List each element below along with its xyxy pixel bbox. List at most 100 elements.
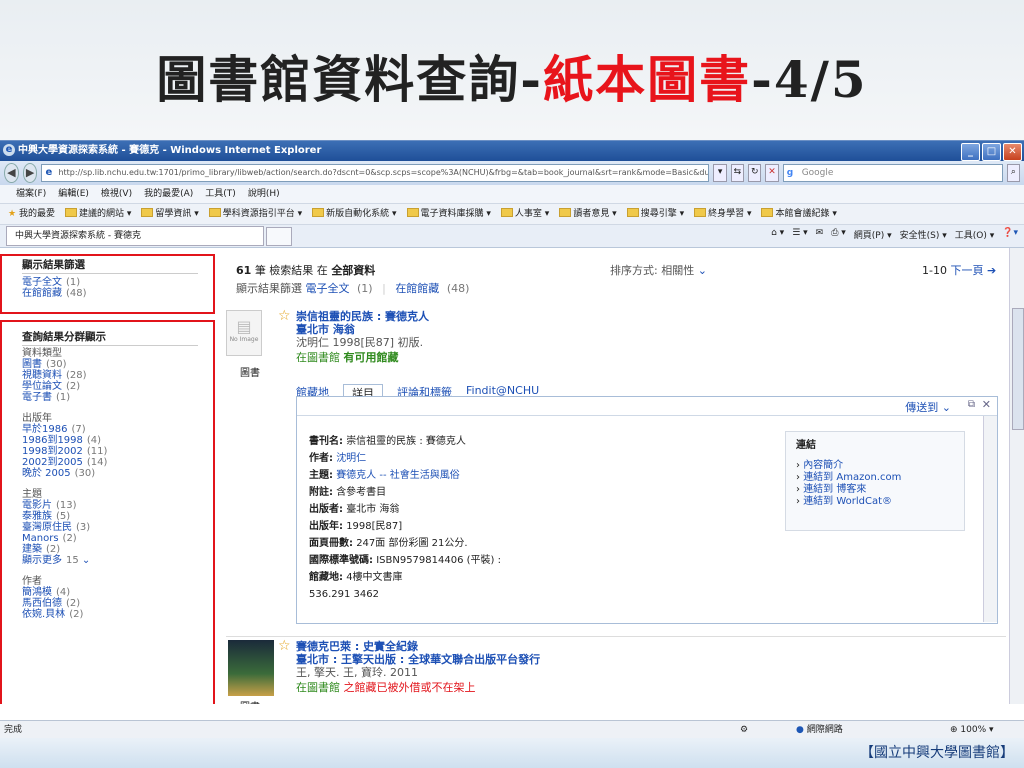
close-button[interactable]: ✕ [1003,143,1022,161]
filter-holding-link[interactable]: 在館館藏 [22,288,62,299]
filter-fulltext-chip[interactable]: 電子全文 [306,282,350,295]
folder-icon [208,208,221,217]
menu-bar: 檔案(F) 編輯(E) 檢視(V) 我的最愛(A) 工具(T) 說明(H) [0,185,1024,204]
fav-item[interactable]: 終身學習 ▾ [694,204,751,224]
fav-item[interactable]: 新版自動化系統 ▾ [312,204,397,224]
facet-link[interactable]: 泰雅族 [22,511,52,522]
search-input[interactable]: Google [782,164,1003,182]
next-page-link[interactable]: 下一頁 [950,264,983,277]
stop-icon[interactable]: ✕ [765,164,779,182]
refresh-icon[interactable]: ↻ [748,164,762,182]
forward-button[interactable]: ▶ [22,163,38,183]
address-bar: ◀ ▶ http://sp.lib.nchu.edu.tw:1701/primo… [0,161,1024,185]
filter-heading: 顯示結果篩選 [22,259,85,271]
zoom-control[interactable]: ⊕ 100% ▾ [950,721,994,739]
status-bar: 完成 ⚙ ● 網際網路 ⊕ 100% ▾ [0,720,1024,739]
browser-tab[interactable]: 中興大學資源探索系統 - 賽德克 [6,226,264,246]
scrollbar-thumb[interactable] [1012,308,1024,430]
help-icon[interactable]: ❓▾ [1002,228,1018,241]
search-icon[interactable]: ⌕ [1006,164,1020,182]
result-title-link[interactable]: 崇信祖靈的民族 : 賽德克人 [296,310,429,323]
url-dropdown-icon[interactable]: ▾ [713,164,727,182]
author-link[interactable]: 沈明仁 [336,453,366,464]
menu-view[interactable]: 檢視(V) [101,185,132,203]
cover-image[interactable] [228,640,274,696]
facet-link[interactable]: 1986到1998 [22,435,83,446]
sort-control[interactable]: 排序方式: 相關性 ⌄ [610,262,707,278]
arrow-right-icon[interactable]: ➔ [987,264,996,277]
favorites-button[interactable]: ★ 我的最愛 [8,204,55,224]
facet-link[interactable]: 早於1986 [22,424,67,435]
home-icon[interactable]: ⌂ ▾ [771,228,784,241]
facet-link[interactable]: 視聽資料 [22,370,62,381]
books-link[interactable]: 連結到 博客來 [803,484,866,495]
facet-link[interactable]: 2002到2005 [22,457,83,468]
page-scrollbar[interactable] [1009,248,1024,704]
result-item-thumbnail[interactable]: ▤ No Image 圖書 [226,310,262,379]
url-input[interactable]: http://sp.lib.nchu.edu.tw:1701/primo_lib… [41,164,710,182]
back-button[interactable]: ◀ [4,163,19,183]
facet-link[interactable]: 依婉.貝林 [22,609,65,620]
facet-link[interactable]: 學位論文 [22,381,62,392]
page-menu[interactable]: 網頁(P) ▾ [854,228,892,241]
chevron-down-icon[interactable]: ⌄ [82,555,90,566]
amazon-link[interactable]: 連結到 Amazon.com [803,472,901,483]
send-to-menu[interactable]: 傳送到 ⌄ [905,399,951,415]
menu-favorites[interactable]: 我的最愛(A) [144,185,193,203]
fav-item[interactable]: 學科資源指引平台 ▾ [208,204,302,224]
facet-link[interactable]: 電子書 [22,392,52,403]
facet-link[interactable]: 晚於 2005 [22,468,71,479]
facet-link[interactable]: 馬西伯德 [22,598,62,609]
safety-menu[interactable]: 安全性(S) ▾ [900,228,947,241]
detail-scrollbar[interactable] [983,416,997,622]
show-more-link[interactable]: 顯示更多 [22,555,62,566]
globe-icon: ● [796,725,804,735]
facet-link[interactable]: Manors [22,533,59,544]
result-item: 崇信祖靈的民族 : 賽德克人 臺北市 海翁 沈明仁 1998[民87] 初版. … [296,310,430,364]
print-icon[interactable]: ⎙ ▾ [831,228,846,241]
worldcat-link[interactable]: 連結到 WorldCat® [803,496,892,507]
star-icon[interactable]: ☆ [278,308,291,324]
tools-menu[interactable]: 工具(O) ▾ [955,228,995,241]
slide-title: 圖書館資料查詢-紙本圖書-4/5 [156,50,868,109]
fav-item[interactable]: 人事室 ▾ [500,204,549,224]
compat-icon[interactable]: ⇆ [730,164,745,182]
fav-item[interactable]: 本館會議紀錄 ▾ [761,204,837,224]
facet-link[interactable]: 圖書 [22,359,42,370]
fav-item[interactable]: 電子資料庫採購 ▾ [406,204,491,224]
minimize-button[interactable]: _ [961,143,980,161]
result-title-link[interactable]: 賽德克巴萊 : 史實全紀錄 [296,640,418,653]
fav-item[interactable]: 讀者意見 ▾ [559,204,617,224]
feeds-icon[interactable]: ☰ ▾ [792,228,807,241]
no-image-thumbnail: ▤ No Image [226,310,262,356]
popout-icon[interactable]: ⧉ [968,399,975,410]
menu-edit[interactable]: 編輯(E) [58,185,89,203]
folder-icon [761,208,774,217]
facet-link[interactable]: 電影片 [22,500,52,511]
menu-tools[interactable]: 工具(T) [205,185,236,203]
zone-indicator: ● 網際網路 [796,725,843,735]
window-title: 中興大學資源探索系統 - 賽德克 - Windows Internet Expl… [18,145,322,156]
availability-status: 之館藏已被外借或不在架上 [343,681,476,694]
filter-fulltext-link[interactable]: 電子全文 [22,277,62,288]
fav-item[interactable]: 建議的網站 ▾ [64,204,131,224]
facet-link[interactable]: 臺灣原住民 [22,522,72,533]
new-tab-button[interactable] [266,226,292,246]
summary-link[interactable]: 內容簡介 [803,460,843,471]
fav-item[interactable]: 搜尋引擎 ▾ [626,204,684,224]
subject-link[interactable]: 賽德克人 -- 社會生活與風俗 [336,470,460,481]
facet-link[interactable]: 建築 [22,544,42,555]
fav-item[interactable]: 留學資訊 ▾ [141,204,199,224]
active-filters: 顯示結果篩選 電子全文 (1) | 在館館藏 (48) [236,282,470,295]
security-icon[interactable]: ⚙ [740,721,748,739]
maximize-button[interactable]: □ [982,143,1001,161]
close-icon[interactable]: ✕ [982,398,991,411]
menu-file[interactable]: 檔案(F) [16,185,46,203]
facet-link[interactable]: 簡鴻模 [22,587,52,598]
menu-help[interactable]: 說明(H) [248,185,280,203]
page-content: 顯示結果篩選 電子全文 (1) 在館館藏 (48) 查詢結果分群顯示 資料類型 圖書… [0,248,1024,704]
filter-holding-chip[interactable]: 在館館藏 [395,282,439,295]
mail-icon[interactable]: ✉ [816,228,824,241]
star-icon[interactable]: ☆ [278,638,291,654]
facet-link[interactable]: 1998到2002 [22,446,83,457]
